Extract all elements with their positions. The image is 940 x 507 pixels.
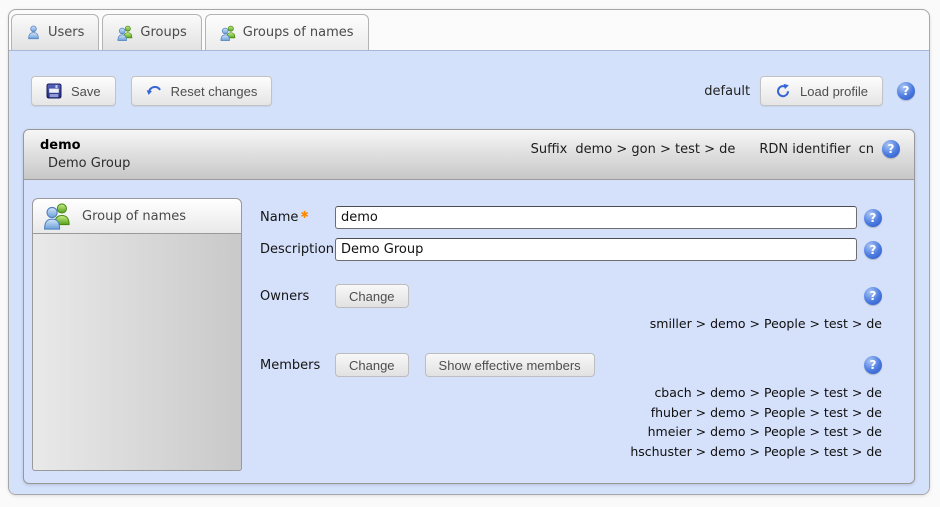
member-dn: cbach > demo > People > test > de: [260, 383, 882, 403]
entry-heading: demo Demo Group: [40, 137, 130, 179]
name-row: Name✱ ?: [260, 206, 882, 229]
sidebar-panel: [32, 234, 242, 471]
entry-subtitle: Demo Group: [40, 155, 130, 173]
refresh-icon: [775, 83, 791, 99]
tab-groups-of-names[interactable]: Groups of names: [205, 14, 369, 50]
owner-dn: smiller > demo > People > test > de: [260, 315, 882, 333]
suffix-label: Suffix: [531, 142, 568, 157]
suffix-rdn-bar: Suffix demo > gon > test > de RDN identi…: [531, 137, 900, 161]
group-icon: [42, 202, 72, 230]
app-frame: Users Groups: [8, 9, 930, 495]
rdn-identifier-value[interactable]: cn: [859, 142, 874, 157]
help-icon[interactable]: ?: [882, 140, 900, 158]
show-effective-members-button[interactable]: Show effective members: [425, 353, 595, 377]
suffix-value[interactable]: demo > gon > test > de: [575, 142, 735, 157]
member-dn: hschuster > demo > People > test > de: [260, 442, 882, 462]
description-row: Description ?: [260, 238, 882, 261]
save-button[interactable]: Save: [31, 76, 116, 106]
help-icon[interactable]: ?: [864, 356, 882, 374]
owners-list: smiller > demo > People > test > de: [260, 315, 882, 333]
description-label: Description: [260, 242, 335, 257]
description-input[interactable]: [335, 238, 857, 261]
sidebar-item-label: Group of names: [82, 209, 186, 224]
panel-body: Group of names Name✱ ? Description ?: [24, 180, 914, 471]
members-change-button[interactable]: Change: [335, 353, 409, 377]
help-icon[interactable]: ?: [864, 287, 882, 305]
toolbar: Save Reset changes default: [23, 51, 915, 106]
save-label: Save: [71, 84, 101, 99]
group-form: Name✱ ? Description ? Owners Change ?: [260, 198, 882, 471]
tab-label: Users: [48, 25, 84, 40]
rdn-identifier-label: RDN identifier: [759, 142, 850, 157]
tab-content: Save Reset changes default: [9, 50, 929, 494]
member-dn: fhuber > demo > People > test > de: [260, 403, 882, 423]
required-marker-icon: ✱: [300, 210, 308, 221]
sidebar-item-group-of-names[interactable]: Group of names: [32, 198, 242, 234]
profile-name[interactable]: default: [704, 84, 750, 99]
group-editor-panel: demo Demo Group Suffix demo > gon > test…: [23, 129, 915, 484]
panel-header: demo Demo Group Suffix demo > gon > test…: [24, 130, 914, 180]
member-dn: hmeier > demo > People > test > de: [260, 422, 882, 442]
profile-controls: default Load profile ?: [704, 76, 915, 106]
reset-changes-button[interactable]: Reset changes: [131, 76, 273, 106]
name-label: Name✱: [260, 210, 335, 225]
tab-label: Groups: [140, 25, 186, 40]
tab-users[interactable]: Users: [11, 14, 99, 50]
help-icon[interactable]: ?: [864, 241, 882, 259]
help-icon[interactable]: ?: [897, 82, 915, 100]
tab-groups[interactable]: Groups: [102, 14, 201, 50]
group-icon: [117, 25, 133, 41]
user-icon: [26, 25, 41, 40]
tab-label: Groups of names: [243, 25, 354, 40]
members-list: cbach > demo > People > test > de fhuber…: [260, 383, 882, 461]
reset-changes-label: Reset changes: [171, 84, 258, 99]
members-label: Members: [260, 358, 335, 373]
load-profile-button[interactable]: Load profile: [760, 76, 883, 106]
name-input[interactable]: [335, 206, 857, 229]
owners-label: Owners: [260, 289, 335, 304]
save-icon: [46, 83, 62, 99]
help-icon[interactable]: ?: [864, 209, 882, 227]
group-icon: [220, 25, 236, 41]
members-row: Members Change Show effective members ?: [260, 353, 882, 377]
module-sidebar: Group of names: [32, 198, 242, 471]
owners-change-button[interactable]: Change: [335, 284, 409, 308]
main-tabbar: Users Groups: [9, 10, 929, 50]
load-profile-label: Load profile: [800, 84, 868, 99]
undo-arrow-icon: [146, 83, 162, 99]
entry-title: demo: [40, 137, 130, 155]
owners-row: Owners Change ?: [260, 284, 882, 308]
